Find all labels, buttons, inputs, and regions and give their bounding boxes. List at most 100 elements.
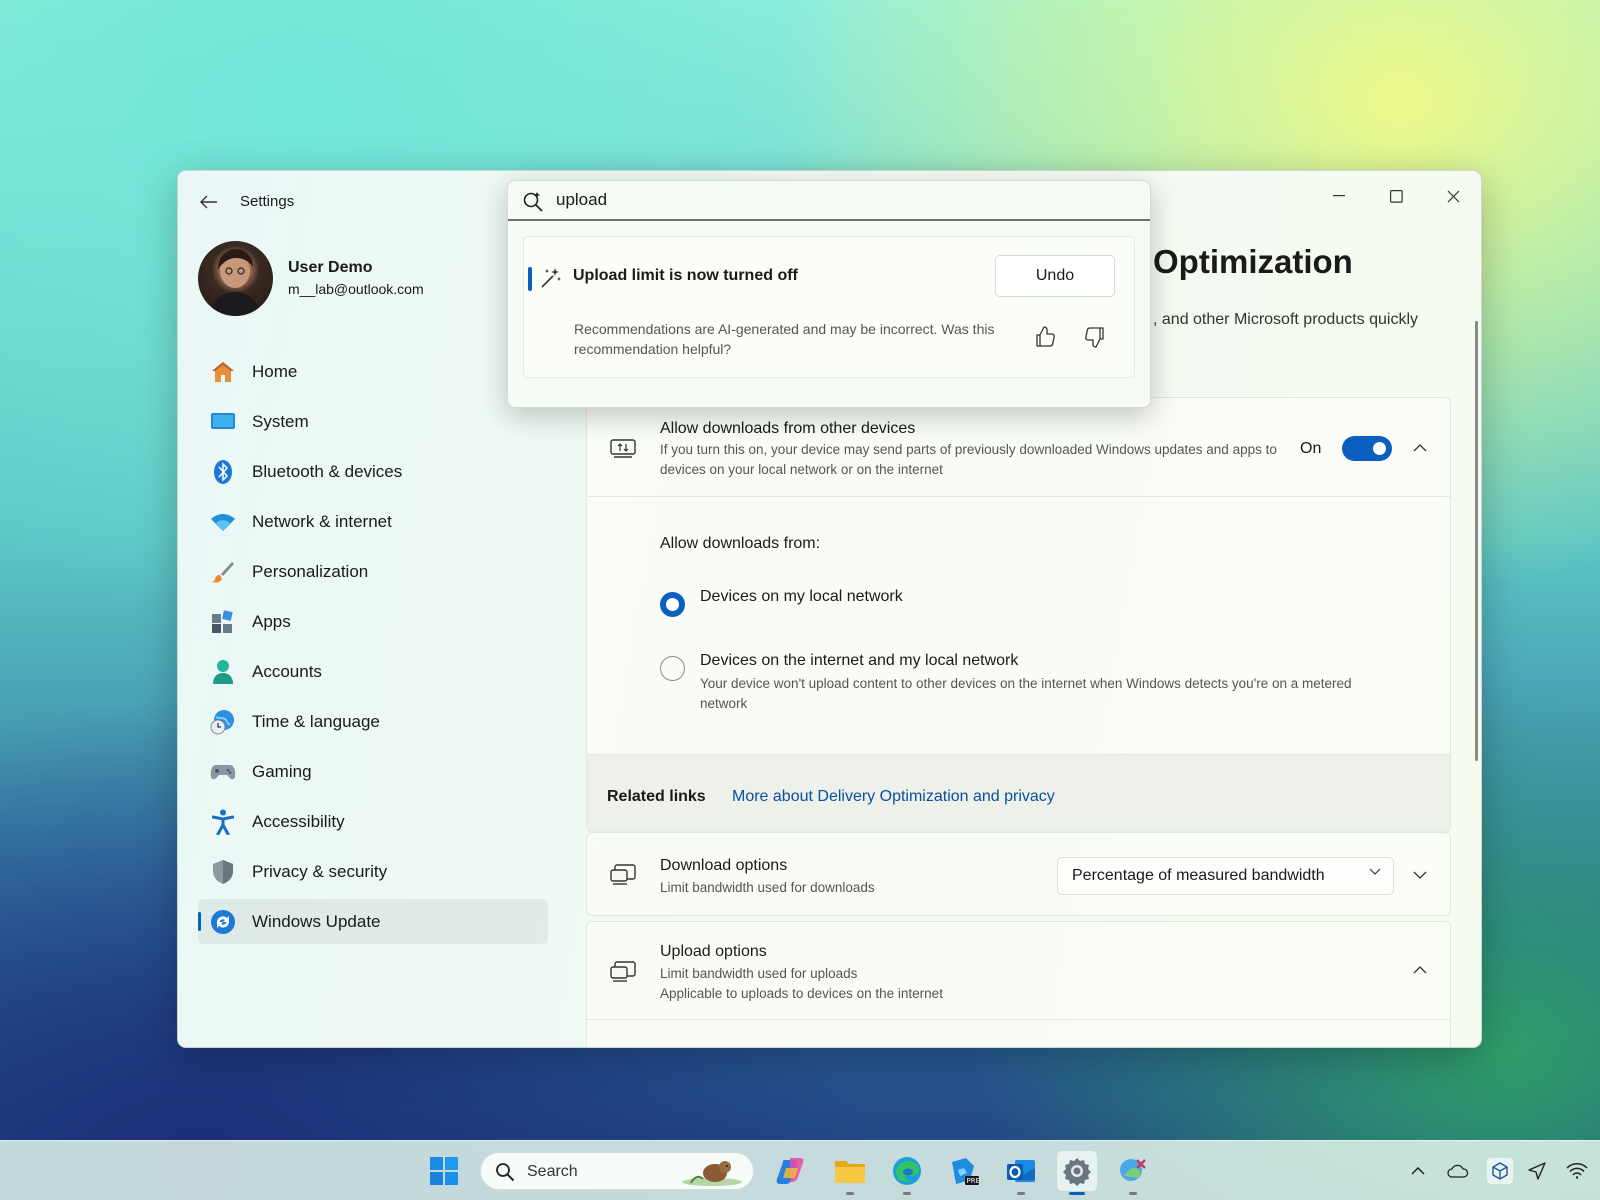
search-input[interactable]: upload — [508, 181, 1150, 221]
taskbar-search-placeholder: Search — [527, 1163, 578, 1180]
network-tray[interactable] — [1566, 1160, 1588, 1182]
apps-icon — [210, 609, 236, 635]
divider — [587, 1019, 1450, 1020]
sidebar-item-personalization[interactable]: Personalization — [198, 549, 548, 594]
page-title: Optimization — [1153, 243, 1353, 280]
photos-preview-icon: PRE — [952, 1158, 981, 1185]
sidebar-item-time-language[interactable]: Time & language — [198, 699, 548, 744]
active-indicator — [1069, 1192, 1085, 1195]
sidebar-item-network[interactable]: Network & internet — [198, 499, 548, 544]
search-value[interactable]: upload — [556, 190, 607, 210]
globe-clock-icon — [210, 709, 236, 735]
page-description: , and other Microsoft products quickly — [1153, 311, 1419, 328]
chevron-down-icon — [1369, 868, 1381, 875]
close-icon — [1447, 190, 1459, 202]
shield-icon — [210, 859, 236, 885]
expand-button[interactable] — [1410, 865, 1430, 885]
taskbar-search[interactable]: Search — [480, 1152, 754, 1190]
scrollbar[interactable] — [1475, 321, 1478, 761]
sidebar-item-system[interactable]: System — [198, 399, 548, 444]
collapse-button[interactable] — [1410, 438, 1430, 458]
sidebar-item-apps[interactable]: Apps — [198, 599, 548, 644]
taskbar-snipping[interactable] — [1113, 1151, 1153, 1195]
download-options-card[interactable]: Download options Limit bandwidth used fo… — [586, 832, 1451, 916]
dropdown-value: Percentage of measured bandwidth — [1072, 867, 1325, 884]
running-indicator — [846, 1192, 854, 1195]
sidebar-item-label: Bluetooth & devices — [252, 461, 403, 481]
download-options-title: Download options — [660, 857, 788, 874]
chevron-up-icon — [1413, 966, 1427, 974]
accessibility-icon — [210, 809, 236, 835]
sidebar-item-privacy[interactable]: Privacy & security — [198, 849, 548, 894]
sidebar-item-label: Privacy & security — [252, 861, 388, 881]
chevron-up-icon — [1413, 444, 1427, 452]
outlook-icon — [1007, 1160, 1035, 1182]
sidebar-item-label: Home — [252, 361, 298, 381]
running-indicator — [1017, 1192, 1025, 1195]
radio-local-network[interactable] — [660, 592, 685, 617]
sidebar-item-label: Network & internet — [252, 511, 392, 531]
file-explorer-icon — [835, 1161, 865, 1183]
taskbar-photos-preview[interactable]: PRE — [944, 1151, 984, 1191]
related-links-section: Related links More about Delivery Optimi… — [587, 754, 1450, 832]
location-tray[interactable] — [1526, 1160, 1548, 1182]
system-icon — [210, 409, 236, 435]
undo-button[interactable]: Undo — [995, 255, 1115, 297]
sidebar-item-label: Personalization — [252, 561, 369, 581]
sidebar-item-accounts[interactable]: Accounts — [198, 649, 548, 694]
brush-icon — [210, 559, 236, 585]
cloud-icon — [1447, 1164, 1469, 1178]
radio-internet-and-local[interactable] — [660, 656, 685, 681]
sidebar-item-accessibility[interactable]: Accessibility — [198, 799, 548, 844]
maximize-button[interactable] — [1373, 181, 1419, 211]
sidebar-item-gaming[interactable]: Gaming — [198, 749, 548, 794]
radio-internet-and-local-label[interactable]: Devices on the internet and my local net… — [700, 652, 1018, 670]
svg-text:PRE: PRE — [967, 1177, 981, 1185]
taskbar-settings[interactable] — [1057, 1151, 1097, 1195]
start-button[interactable] — [424, 1151, 464, 1191]
devices-icon — [610, 961, 636, 982]
delivery-optimization-privacy-link[interactable]: More about Delivery Optimization and pri… — [732, 788, 1055, 806]
onedrive-tray[interactable] — [1447, 1160, 1469, 1182]
update-icon — [210, 909, 236, 935]
sidebar-item-label: System — [252, 411, 309, 431]
back-button[interactable] — [192, 187, 226, 217]
start-icon — [430, 1157, 458, 1185]
sidebar-item-label: Apps — [252, 611, 291, 631]
divider — [587, 496, 1450, 497]
running-indicator — [1129, 1192, 1137, 1195]
upload-options-title: Upload options — [660, 943, 767, 960]
upload-options-card[interactable]: Upload options Limit bandwidth used for … — [586, 921, 1451, 1047]
radio-internet-and-local-description: Your device won't upload content to othe… — [700, 676, 1352, 711]
download-options-description: Limit bandwidth used for downloads — [660, 880, 875, 895]
user-name: User Demo — [288, 259, 373, 276]
location-arrow-icon — [1528, 1162, 1546, 1180]
minimize-button[interactable] — [1316, 181, 1362, 211]
accent-bar — [528, 267, 532, 291]
allow-downloads-toggle[interactable] — [1342, 436, 1392, 461]
edge-icon — [893, 1157, 921, 1185]
close-button[interactable] — [1430, 181, 1476, 211]
thumbs-down-icon[interactable] — [1083, 325, 1107, 349]
sidebar-item-home[interactable]: Home — [198, 349, 548, 394]
sidebar-item-bluetooth[interactable]: Bluetooth & devices — [198, 449, 548, 494]
minimize-icon — [1333, 195, 1345, 197]
download-bandwidth-dropdown[interactable]: Percentage of measured bandwidth — [1057, 857, 1394, 895]
thumbs-up-icon[interactable] — [1033, 325, 1057, 349]
taskbar-edge[interactable] — [887, 1151, 927, 1195]
tray-app[interactable] — [1487, 1158, 1513, 1184]
maximize-icon — [1389, 189, 1403, 203]
taskbar-copilot[interactable] — [772, 1151, 812, 1191]
sidebar-item-windows-update[interactable]: Windows Update — [198, 899, 548, 944]
search-flyout: upload Upload limit is now turned off Un… — [507, 180, 1151, 408]
gamepad-icon — [210, 759, 236, 785]
radio-local-network-label[interactable]: Devices on my local network — [700, 588, 903, 606]
chevron-down-icon — [1413, 871, 1427, 879]
taskbar-outlook[interactable] — [1001, 1151, 1041, 1195]
avatar[interactable] — [198, 241, 273, 316]
collapse-button[interactable] — [1410, 960, 1430, 980]
show-hidden-icons-button[interactable] — [1407, 1160, 1429, 1182]
upload-options-description: Limit bandwidth used for uploads — [660, 966, 858, 981]
recommendation-note: Recommendations are AI-generated and may… — [574, 321, 995, 357]
taskbar-file-explorer[interactable] — [830, 1151, 870, 1195]
